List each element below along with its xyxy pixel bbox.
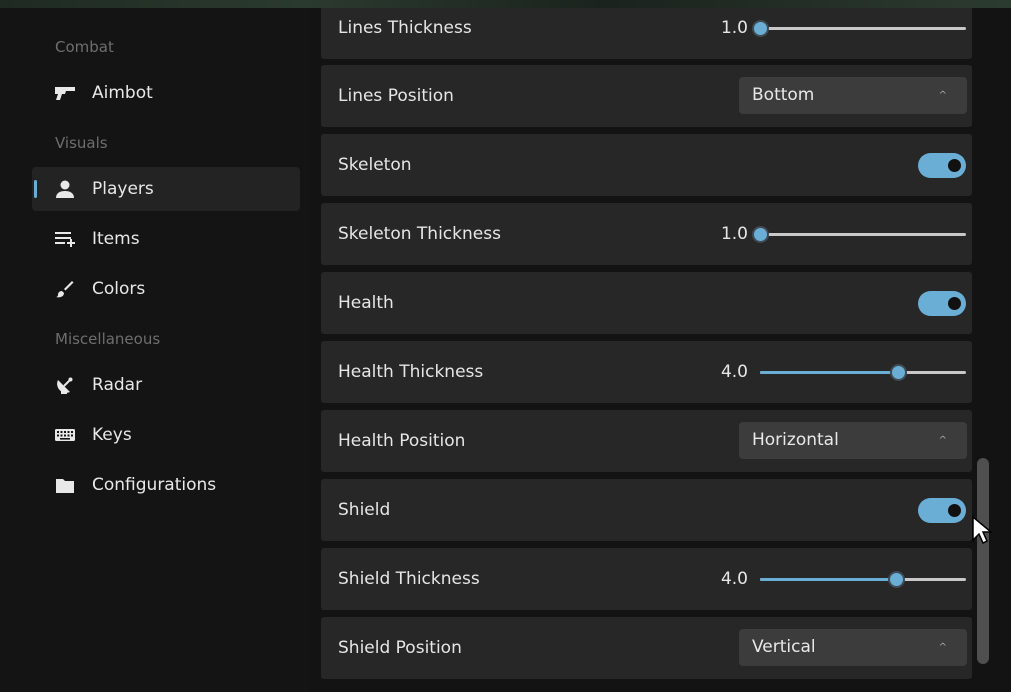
keyboard-icon [54,425,76,445]
sidebar-item-aimbot[interactable]: Aimbot [32,71,300,115]
setting-label: Health Position [338,431,466,451]
chevron-up-icon: ^ [938,642,947,653]
skeleton-thickness-slider[interactable] [752,226,966,243]
health-toggle[interactable] [918,291,966,316]
slider-thumb[interactable] [887,571,905,588]
sidebar-item-label: Configurations [92,475,217,495]
setting-row-lines-thickness: Lines Thickness 1.0 [321,8,972,59]
background-strip [0,0,1011,8]
chevron-up-icon: ^ [938,435,947,446]
setting-row-shield-thickness: Shield Thickness 4.0 [321,548,972,610]
setting-label: Shield [338,500,391,520]
sidebar-item-label: Radar [92,375,143,395]
sidebar-item-configurations[interactable]: Configurations [32,463,300,507]
brush-icon [54,279,76,299]
sidebar-item-items[interactable]: Items [32,217,300,261]
setting-row-lines-position: Lines Position Bottom ^ [321,65,972,127]
setting-label: Skeleton [338,155,412,175]
setting-label: Shield Position [338,638,462,658]
select-value: Bottom [752,85,815,105]
health-position-select[interactable]: Horizontal ^ [739,422,967,459]
sidebar-item-keys[interactable]: Keys [32,413,300,457]
slider-thumb[interactable] [890,364,908,381]
settings-list: Lines Thickness 1.0 Lines Position Botto… [321,8,972,692]
sidebar-item-radar[interactable]: Radar [32,363,300,407]
sidebar-item-label: Aimbot [92,83,153,103]
slider-fill [760,371,899,374]
slider-value: 4.0 [720,362,748,382]
sidebar-item-label: Players [92,179,154,199]
setting-row-skeleton-thickness: Skeleton Thickness 1.0 [321,203,972,265]
mouse-cursor-icon [971,515,994,551]
lines-thickness-slider[interactable] [752,20,966,37]
sidebar-item-colors[interactable]: Colors [32,267,300,311]
setting-row-health-thickness: Health Thickness 4.0 [321,341,972,403]
setting-row-health: Health [321,272,972,334]
shield-position-select[interactable]: Vertical ^ [739,629,967,666]
section-title-combat: Combat [55,38,114,56]
skeleton-toggle[interactable] [918,153,966,178]
section-title-visuals: Visuals [55,134,108,152]
toggle-knob [948,159,961,172]
slider-thumb[interactable] [752,20,769,37]
slider-fill [760,578,896,581]
lines-position-select[interactable]: Bottom ^ [739,77,967,114]
setting-label: Lines Position [338,86,454,106]
health-thickness-slider[interactable] [760,364,966,381]
sidebar-item-label: Items [92,229,140,249]
list-add-icon [54,229,76,249]
gun-icon [54,83,76,103]
select-value: Vertical [752,637,816,657]
sidebar: Combat Aimbot Visuals Players Items Colo… [0,8,310,692]
setting-label: Lines Thickness [338,18,472,38]
slider-value: 1.0 [720,224,748,244]
sidebar-item-label: Keys [92,425,132,445]
active-indicator [34,180,37,198]
section-title-miscellaneous: Miscellaneous [55,330,161,348]
toggle-knob [948,504,961,517]
setting-row-skeleton: Skeleton [321,134,972,196]
setting-row-shield-position: Shield Position Vertical ^ [321,617,972,679]
shield-thickness-slider[interactable] [760,571,966,588]
setting-label: Health [338,293,394,313]
toggle-knob [948,297,961,310]
select-value: Horizontal [752,430,839,450]
setting-label: Skeleton Thickness [338,224,501,244]
setting-row-shield: Shield [321,479,972,541]
sidebar-item-label: Colors [92,279,146,299]
scrollbar-thumb[interactable] [977,458,989,664]
slider-value: 1.0 [720,18,748,38]
setting-row-health-position: Health Position Horizontal ^ [321,410,972,472]
setting-label: Health Thickness [338,362,484,382]
folder-icon [54,475,76,495]
sidebar-item-players[interactable]: Players [32,167,300,211]
slider-value: 4.0 [720,569,748,589]
setting-label: Shield Thickness [338,569,480,589]
satellite-dish-icon [54,375,76,395]
settings-window: Combat Aimbot Visuals Players Items Colo… [0,8,1011,692]
slider-thumb[interactable] [752,226,769,243]
person-icon [54,179,76,199]
chevron-up-icon: ^ [938,90,947,101]
shield-toggle[interactable] [918,498,966,523]
